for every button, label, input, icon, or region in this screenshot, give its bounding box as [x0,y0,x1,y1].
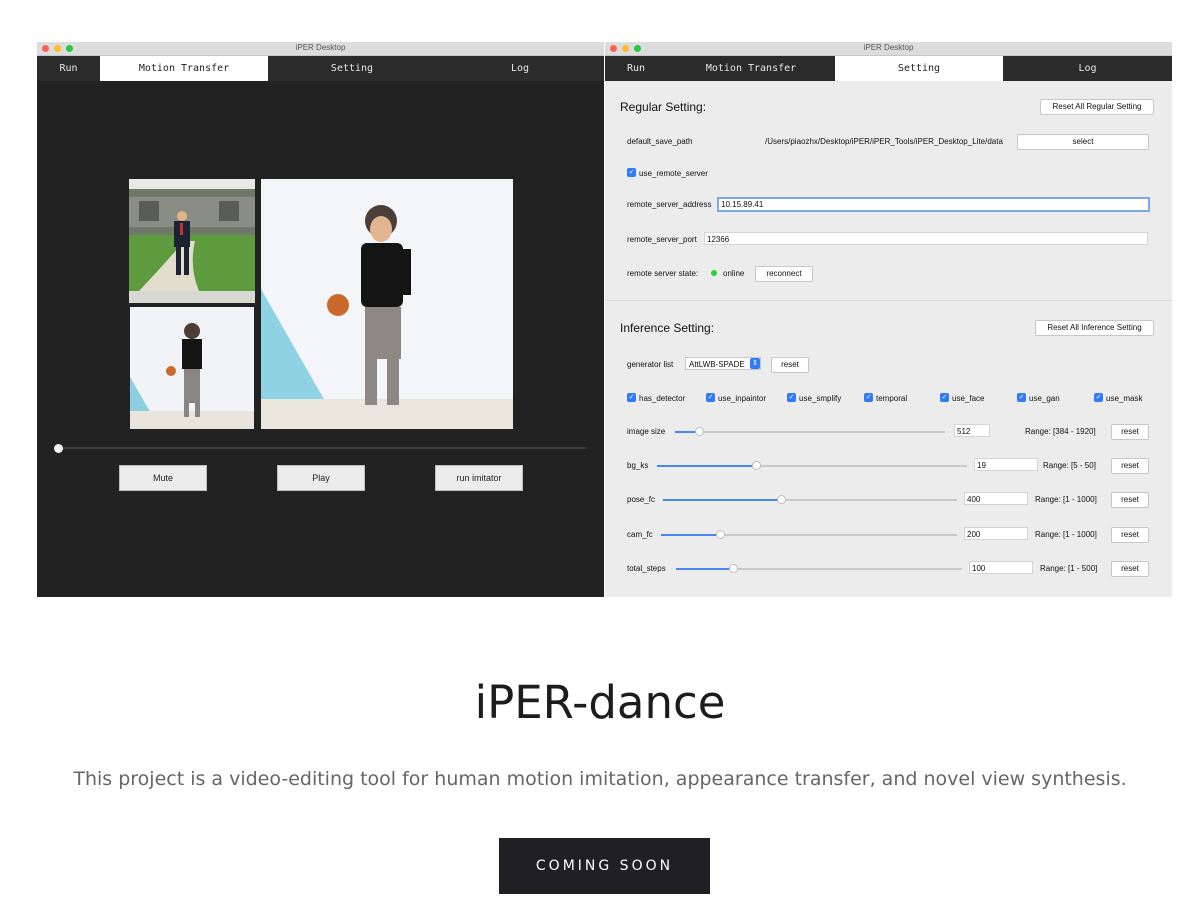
save-path-value: /Users/piaozhx/Desktop/iPER/iPER_Tools/i… [765,137,1003,146]
option-checkbox[interactable]: ✓ [1094,393,1103,402]
inference-setting-header: Inference Setting: [620,321,715,335]
run-imitator-button[interactable]: run imitator [435,465,523,491]
section-divider [605,300,1172,301]
settings-panel: Regular Setting: Reset All Regular Setti… [605,81,1172,597]
playback-slider-track[interactable] [54,447,586,449]
reconnect-button[interactable]: reconnect [755,266,813,282]
mute-button[interactable]: Mute [119,465,207,491]
option-checkbox[interactable]: ✓ [787,393,796,402]
option-checkbox[interactable]: ✓ [1017,393,1026,402]
slider-reset-button[interactable]: reset [1111,492,1149,508]
slider-fill [663,499,781,501]
tab-motion-transfer[interactable]: Motion Transfer [100,56,268,81]
tab-log[interactable]: Log [1003,56,1172,81]
slider-track[interactable] [675,427,945,436]
regular-setting-header: Regular Setting: [620,100,707,114]
slider-range-label: Range: [384 - 1920] [1025,427,1096,436]
tab-run[interactable]: Run [605,56,667,81]
server-state-value: online [723,269,745,278]
settings-window: iPER Desktop Run Motion Transfer Setting… [605,42,1172,597]
slider-handle[interactable] [695,427,705,436]
slider-value-input[interactable]: 100 [969,561,1033,574]
slider-fill [657,465,757,467]
slider-track[interactable] [661,530,957,539]
tab-setting[interactable]: Setting [835,56,1003,81]
slider-label: pose_fc [627,495,656,504]
tab-setting[interactable]: Setting [268,56,436,81]
window-title: iPER Desktop [863,43,914,52]
slider-reset-button[interactable]: reset [1111,527,1149,543]
use-remote-server-label: use_remote_server [639,169,708,178]
remote-address-label: remote_server_address [627,200,712,209]
option-checkbox[interactable]: ✓ [706,393,715,402]
tab-run[interactable]: Run [37,56,100,81]
option-label: has_detector [639,394,686,403]
slider-track[interactable] [657,461,967,470]
slider-fill [661,534,721,536]
tab-bar: Run Motion Transfer Setting Log [605,56,1172,81]
slider-range-label: Range: [1 - 1000] [1035,495,1097,504]
option-label: temporal [876,394,908,403]
slider-track[interactable] [663,495,957,504]
option-label: use_mask [1106,394,1143,403]
server-state-label: remote server state: [627,269,699,278]
slider-value-input[interactable]: 512 [954,424,990,437]
generator-list-label: generator list [627,360,674,369]
source-image [129,179,255,303]
result-image [261,179,513,429]
generator-reset-button[interactable]: reset [771,357,809,373]
slider-label: bg_ks [627,461,649,470]
slider-range-label: Range: [1 - 500] [1040,564,1098,573]
window-titlebar: iPER Desktop [37,42,604,56]
option-label: use_face [952,394,985,403]
option-label: use_inpaintor [718,394,767,403]
tab-motion-transfer[interactable]: Motion Transfer [667,56,835,81]
slider-handle[interactable] [776,495,786,504]
option-label: use_smplify [799,394,842,403]
select-path-button[interactable]: select [1017,134,1149,150]
remote-port-input[interactable]: 12366 [704,232,1148,245]
generator-select-value: AttLWB-SPADE [689,360,745,369]
option-checkbox[interactable]: ✓ [627,393,636,402]
reset-all-regular-button[interactable]: Reset All Regular Setting [1040,99,1154,115]
play-button[interactable]: Play [277,465,365,491]
slider-value-input[interactable]: 19 [974,458,1038,471]
reference-image [130,307,254,429]
slider-value-input[interactable]: 200 [964,527,1028,540]
slider-label: image size [627,427,666,436]
page-title: iPER-dance [474,676,726,729]
slider-reset-button[interactable]: reset [1111,424,1149,440]
slider-reset-button[interactable]: reset [1111,561,1149,577]
select-arrow-icon: ⇕ [750,358,760,369]
window-title: iPER Desktop [295,43,346,52]
remote-address-input[interactable]: 10.15.89.41 [717,197,1150,212]
use-remote-server-checkbox[interactable]: ✓ [627,168,636,177]
slider-track[interactable] [676,564,962,573]
coming-soon-button[interactable]: COMING SOON [499,838,710,894]
tab-bar: Run Motion Transfer Setting Log [37,56,604,81]
slider-handle[interactable] [752,461,762,470]
save-path-label: default_save_path [627,137,693,146]
slider-label: cam_fc [627,530,653,539]
slider-value-input[interactable]: 400 [964,492,1028,505]
remote-port-label: remote_server_port [627,235,697,244]
slider-handle[interactable] [729,564,739,573]
window-titlebar: iPER Desktop [605,42,1172,56]
playback-slider-handle[interactable] [54,444,63,453]
slider-reset-button[interactable]: reset [1111,458,1149,474]
tab-log[interactable]: Log [436,56,604,81]
generator-select[interactable]: AttLWB-SPADE ⇕ [685,357,761,370]
slider-fill [676,568,734,570]
option-checkbox[interactable]: ✓ [864,393,873,402]
option-label: use_gan [1029,394,1060,403]
slider-range-label: Range: [1 - 1000] [1035,530,1097,539]
slider-label: total_steps [627,564,666,573]
option-checkbox[interactable]: ✓ [940,393,949,402]
reset-all-inference-button[interactable]: Reset All Inference Setting [1035,320,1154,336]
page-description: This project is a video-editing tool for… [73,768,1127,790]
slider-range-label: Range: [5 - 50] [1043,461,1096,470]
motion-transfer-window: iPER Desktop Run Motion Transfer Setting… [37,42,604,597]
status-dot-icon [711,270,717,276]
slider-handle[interactable] [716,530,726,539]
